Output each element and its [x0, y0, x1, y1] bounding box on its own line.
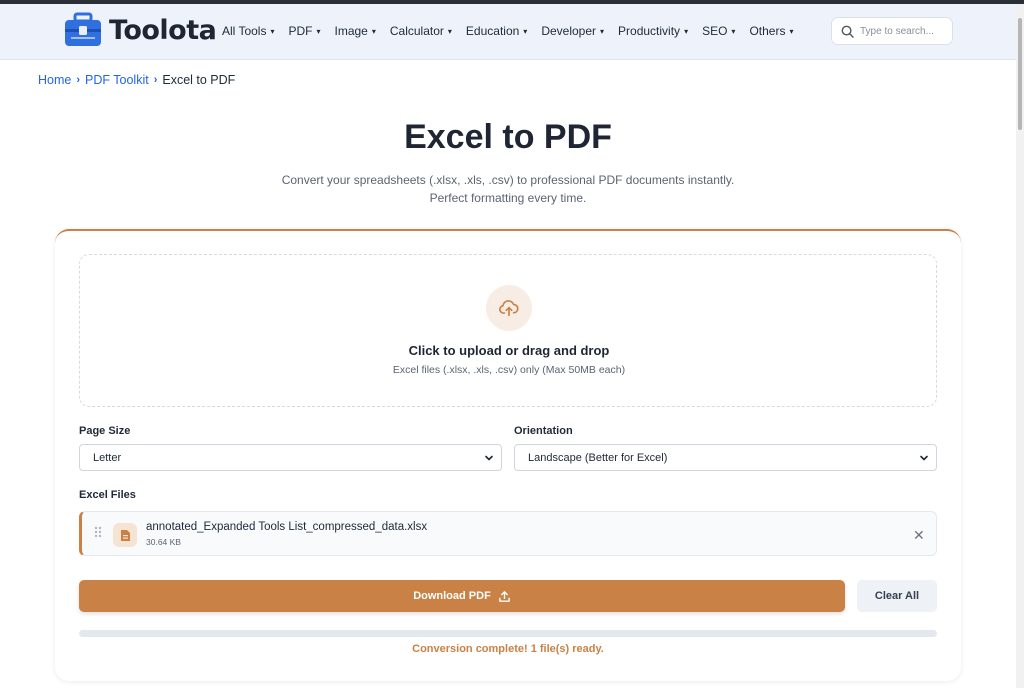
breadcrumb-home-link[interactable]: Home: [38, 73, 71, 87]
site-logo[interactable]: Toolota: [63, 12, 217, 48]
upload-arrow-icon: [498, 590, 510, 602]
document-icon: [120, 529, 130, 541]
nav-pdf[interactable]: PDF ▾: [288, 24, 320, 38]
caret-down-icon: ▾: [316, 26, 321, 36]
download-pdf-button[interactable]: Download PDF: [79, 580, 845, 612]
caret-down-icon: ▾: [371, 26, 376, 36]
file-list-item[interactable]: annotated_Expanded Tools List_compressed…: [79, 511, 937, 556]
chevron-right-icon: ›: [76, 74, 81, 86]
progress-bar: [79, 630, 937, 637]
logo-text: Toolota: [109, 14, 217, 46]
remove-file-close-icon[interactable]: ✕: [913, 527, 925, 544]
chevron-down-icon: [485, 455, 493, 461]
nav-education[interactable]: Education ▾: [466, 24, 527, 38]
upload-icon-circle: [486, 285, 532, 331]
upload-dropzone[interactable]: Click to upload or drag and drop Excel f…: [79, 254, 937, 407]
nav-label: Image: [334, 24, 368, 38]
download-button-label: Download PDF: [413, 590, 491, 602]
scrollbar-thumb[interactable]: [1018, 18, 1022, 130]
orientation-value: Landscape (Better for Excel): [528, 451, 668, 464]
page-size-label: Page Size: [79, 425, 131, 437]
clear-all-button[interactable]: Clear All: [857, 580, 937, 612]
main-nav: All Tools ▾ PDF ▾ Image ▾ Calculator ▾ Educa…: [222, 24, 807, 38]
toolbox-icon: [65, 12, 101, 46]
subtitle-line: Perfect formatting every time.: [429, 191, 587, 205]
orientation-select[interactable]: Landscape (Better for Excel): [514, 444, 937, 471]
caret-down-icon: ▾: [789, 26, 794, 36]
caret-down-icon: ▾: [684, 26, 689, 36]
nav-label: Developer: [541, 24, 597, 38]
upload-cloud-icon: [499, 300, 519, 317]
nav-calculator[interactable]: Calculator ▾: [390, 24, 452, 38]
nav-productivity[interactable]: Productivity ▾: [618, 24, 688, 38]
file-name: annotated_Expanded Tools List_compressed…: [146, 521, 428, 533]
search-icon: [841, 25, 854, 38]
subtitle-line: Convert your spreadsheets (.xlsx, .xls, …: [281, 173, 735, 187]
page-size-select[interactable]: Letter: [79, 444, 502, 471]
caret-down-icon: ▾: [523, 26, 528, 36]
upload-title: Click to upload or drag and drop: [408, 343, 610, 358]
file-type-icon: [113, 523, 137, 547]
page-subtitle: Convert your spreadsheets (.xlsx, .xls, …: [258, 171, 758, 207]
breadcrumb-section-link[interactable]: PDF Toolkit: [85, 73, 149, 87]
caret-down-icon: ▾: [447, 26, 452, 36]
excel-files-label: Excel Files: [79, 489, 136, 501]
status-message: Conversion complete! 1 file(s) ready.: [412, 643, 604, 655]
file-size: 30.64 KB: [146, 537, 181, 547]
nav-label: Productivity: [618, 24, 681, 38]
caret-down-icon: ▾: [270, 26, 275, 36]
site-header: Toolota All Tools ▾ PDF ▾ Image ▾ Calculato…: [0, 4, 1016, 60]
page-title: Excel to PDF: [404, 118, 612, 156]
nav-image[interactable]: Image ▾: [335, 24, 376, 38]
chevron-right-icon: ›: [153, 74, 158, 86]
nav-developer[interactable]: Developer ▾: [541, 24, 604, 38]
nav-label: Others: [749, 24, 786, 38]
caret-down-icon: ▾: [600, 26, 605, 36]
nav-all-tools[interactable]: All Tools ▾: [222, 24, 274, 38]
drag-handle-icon[interactable]: [94, 526, 102, 538]
nav-label: All Tools: [222, 24, 267, 38]
orientation-label: Orientation: [514, 425, 573, 437]
breadcrumb: Home › PDF Toolkit › Excel to PDF: [38, 73, 235, 87]
chevron-down-icon: [920, 455, 928, 461]
nav-others[interactable]: Others ▾: [749, 24, 793, 38]
upload-hint: Excel files (.xlsx, .xls, .csv) only (Ma…: [392, 364, 626, 376]
nav-label: Calculator: [389, 24, 444, 38]
page-size-value: Letter: [93, 451, 122, 464]
breadcrumb-current: Excel to PDF: [162, 73, 236, 87]
search-input[interactable]: [860, 25, 948, 37]
nav-label: PDF: [288, 24, 313, 38]
caret-down-icon: ▾: [731, 26, 736, 36]
nav-seo[interactable]: SEO ▾: [702, 24, 735, 38]
nav-label: SEO: [702, 24, 728, 38]
search-box[interactable]: [831, 17, 953, 45]
progress-fill: [79, 630, 937, 637]
page-scrollbar[interactable]: [1016, 4, 1024, 688]
nav-label: Education: [465, 24, 520, 38]
